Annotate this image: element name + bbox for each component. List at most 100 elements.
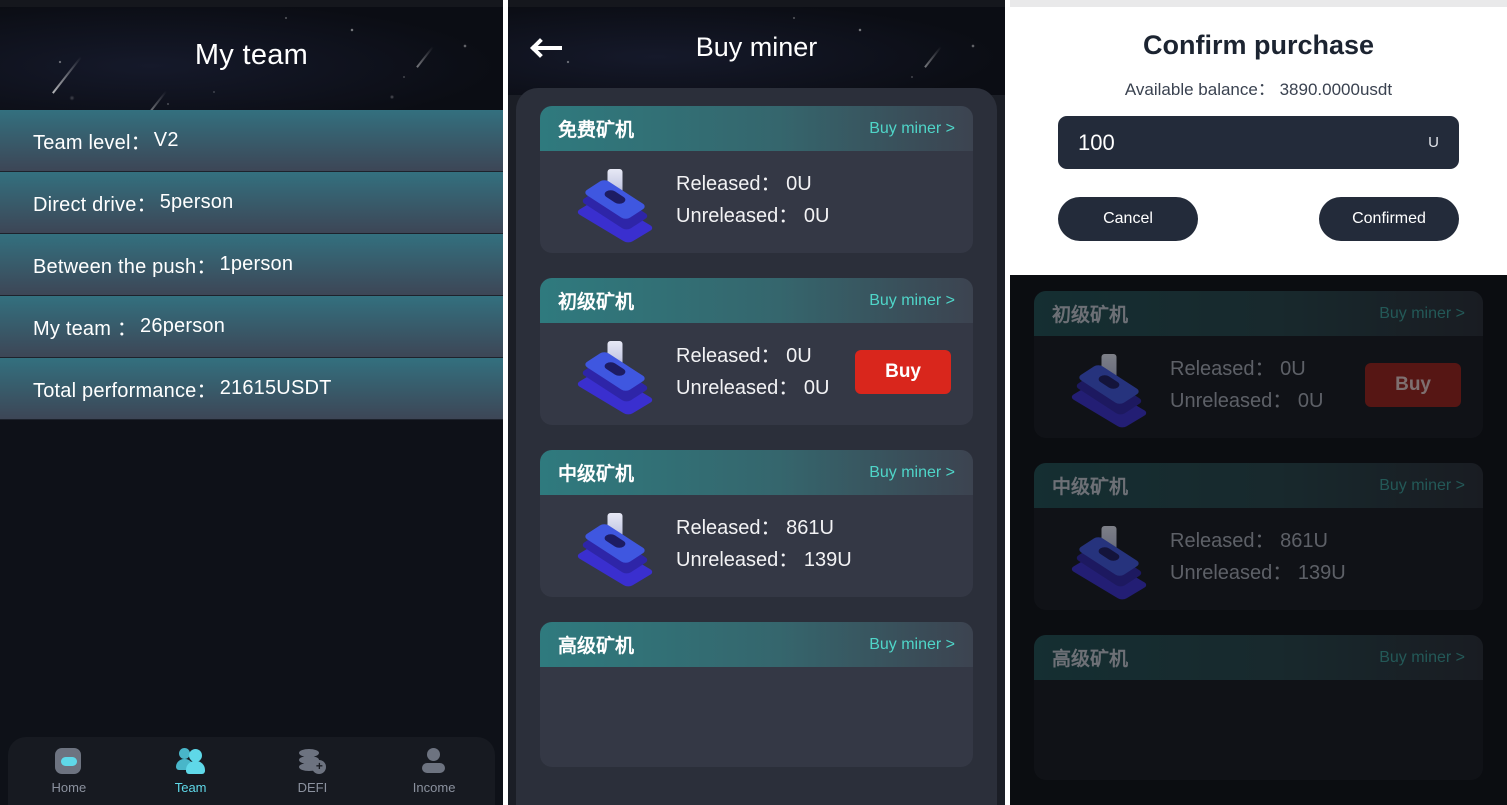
dialog-actions: Cancel Confirmed xyxy=(1058,197,1459,241)
available-balance: Available balance： 3890.0000usdt xyxy=(1058,75,1459,100)
miner-card-primary-dimmed[interactable]: 初级矿机 Buy miner > Released： 0U Unreleased… xyxy=(1034,291,1483,438)
miner-card-header: 中级矿机 Buy miner > xyxy=(1034,463,1483,508)
miner-card-intermediate[interactable]: 中级矿机 Buy miner > Released： 861U Unreleas… xyxy=(540,450,973,597)
buy-miner-link[interactable]: Buy miner > xyxy=(1379,649,1465,667)
dialog-title: Confirm purchase xyxy=(1142,30,1375,60)
miner-card-primary[interactable]: 初级矿机 Buy miner > Released： 0U Unreleased… xyxy=(540,278,973,425)
miner-card-body xyxy=(1034,680,1483,780)
unreleased-row: Unreleased： 0U xyxy=(676,372,855,404)
miner-name: 高级矿机 xyxy=(558,635,635,657)
buy-miner-link[interactable]: Buy miner > xyxy=(869,120,955,138)
stat-row-team-level: Team level： V2 xyxy=(0,110,503,172)
miner-stats: Released： 0U Unreleased： 0U xyxy=(666,168,955,233)
nav-item-income[interactable]: Income xyxy=(389,747,479,795)
stat-row-direct-drive: Direct drive： 5person xyxy=(0,172,503,234)
released-row: Released： 0U xyxy=(1170,353,1365,385)
stat-value: V2 xyxy=(153,129,179,151)
released-row: Released： 861U xyxy=(1170,525,1465,557)
unreleased-row: Unreleased： 139U xyxy=(1170,557,1465,589)
released-row: Released： 861U xyxy=(676,512,955,544)
miner-stats: Released： 861U Unreleased： 139U xyxy=(666,512,955,577)
miner-card-intermediate-dimmed[interactable]: 中级矿机 Buy miner > Released： 861U Unreleas… xyxy=(1034,463,1483,610)
cancel-button[interactable]: Cancel xyxy=(1058,197,1198,241)
released-value: 0U xyxy=(786,344,812,367)
buy-miner-link[interactable]: Buy miner > xyxy=(869,464,955,482)
top-strip-mid xyxy=(508,0,1005,7)
unreleased-label: Unreleased： xyxy=(676,377,799,399)
unreleased-label: Unreleased： xyxy=(1170,562,1293,584)
buy-button[interactable]: Buy xyxy=(855,350,951,394)
buy-miner-link[interactable]: Buy miner > xyxy=(1379,477,1465,495)
nav-item-home[interactable]: Home xyxy=(24,747,114,795)
miner-name: 高级矿机 xyxy=(1052,648,1129,670)
miner-list: 免费矿机 Buy miner > Released： 0U Unreleased… xyxy=(516,88,997,805)
unreleased-label: Unreleased： xyxy=(676,205,799,227)
confirmed-button[interactable]: Confirmed xyxy=(1319,197,1459,241)
stat-label: Team level： xyxy=(33,132,151,154)
released-value: 0U xyxy=(1280,357,1306,380)
stat-value: 5person xyxy=(159,191,234,213)
released-value: 0U xyxy=(786,172,812,195)
nav-label: Home xyxy=(51,779,87,795)
nav-item-defi[interactable]: + DEFI xyxy=(267,748,357,795)
meteor-streak-icon xyxy=(52,56,82,94)
miner-card-body xyxy=(540,667,973,767)
stat-label: Between the push： xyxy=(33,256,217,278)
meteor-streak-icon xyxy=(416,46,434,68)
unreleased-label: Unreleased： xyxy=(1170,390,1293,412)
page-title: My team xyxy=(194,38,309,71)
released-label: Released： xyxy=(676,172,781,195)
miner-card-free[interactable]: 免费矿机 Buy miner > Released： 0U Unreleased… xyxy=(540,106,973,253)
miner-machine-icon xyxy=(575,165,655,244)
unreleased-value: 0U xyxy=(803,377,830,399)
buy-miner-link[interactable]: Buy miner > xyxy=(869,636,955,654)
stat-label: Total performance： xyxy=(33,380,217,402)
person-icon xyxy=(420,747,448,776)
unreleased-value: 0U xyxy=(803,205,830,227)
meteor-streak-icon xyxy=(146,90,168,110)
nav-label: Income xyxy=(412,779,456,795)
stat-value: 21615USDT xyxy=(219,377,332,399)
my-team-header: My team xyxy=(0,0,503,110)
stat-row-between-the-push: Between the push： 1person xyxy=(0,234,503,296)
stat-row-my-team: My team ： 26person xyxy=(0,296,503,358)
miner-stats: Released： 0U Unreleased： 0U xyxy=(1160,353,1365,418)
buy-miner-link[interactable]: Buy miner > xyxy=(1379,305,1465,323)
back-arrow-icon[interactable] xyxy=(530,33,566,63)
miner-card-body: Released： 0U Unreleased： 0U xyxy=(540,151,973,253)
miner-machine-icon xyxy=(575,337,655,416)
amount-input[interactable]: 100 U xyxy=(1058,116,1459,169)
stat-row-total-performance: Total performance： 21615USDT xyxy=(0,358,503,420)
released-label: Released： xyxy=(1170,529,1275,552)
my-team-panel: My team Team level： V2 Direct drive： 5pe… xyxy=(0,0,503,805)
released-label: Released： xyxy=(676,344,781,367)
unreleased-value: 139U xyxy=(803,549,852,571)
amount-unit-label: U xyxy=(1428,134,1439,151)
buy-miner-header: Buy miner xyxy=(508,0,1005,95)
amount-input-value: 100 xyxy=(1078,129,1115,155)
miner-card-advanced-dimmed[interactable]: 高级矿机 Buy miner > xyxy=(1034,635,1483,780)
confirm-purchase-dialog: Confirm purchase Available balance： 3890… xyxy=(1010,0,1507,275)
miner-machine-icon xyxy=(1069,522,1149,601)
buy-miner-link[interactable]: Buy miner > xyxy=(869,292,955,310)
miner-name: 免费矿机 xyxy=(558,119,635,141)
miner-card-body: Released： 0U Unreleased： 0U Buy xyxy=(540,323,973,425)
unreleased-value: 139U xyxy=(1297,562,1346,584)
miner-name: 初级矿机 xyxy=(558,291,635,313)
miner-card-header: 免费矿机 Buy miner > xyxy=(540,106,973,151)
miner-name: 中级矿机 xyxy=(1052,476,1129,498)
nav-label: Team xyxy=(174,779,207,795)
team-stats-list: Team level： V2 Direct drive： 5person Bet… xyxy=(0,110,503,420)
nav-item-team[interactable]: Team xyxy=(146,747,236,795)
miner-card-header: 初级矿机 Buy miner > xyxy=(1034,291,1483,336)
miner-machine-icon xyxy=(1069,350,1149,429)
buy-button[interactable]: Buy xyxy=(1365,363,1461,407)
miner-name: 初级矿机 xyxy=(1052,304,1129,326)
released-value: 861U xyxy=(1280,529,1328,552)
miner-card-body: Released： 0U Unreleased： 0U Buy xyxy=(1034,336,1483,438)
released-row: Released： 0U xyxy=(676,340,855,372)
released-label: Released： xyxy=(676,516,781,539)
bottom-navigation-bar: Home Team + DEFI Income xyxy=(8,737,495,805)
miner-card-advanced[interactable]: 高级矿机 Buy miner > xyxy=(540,622,973,767)
defi-coins-icon: + xyxy=(298,748,327,776)
